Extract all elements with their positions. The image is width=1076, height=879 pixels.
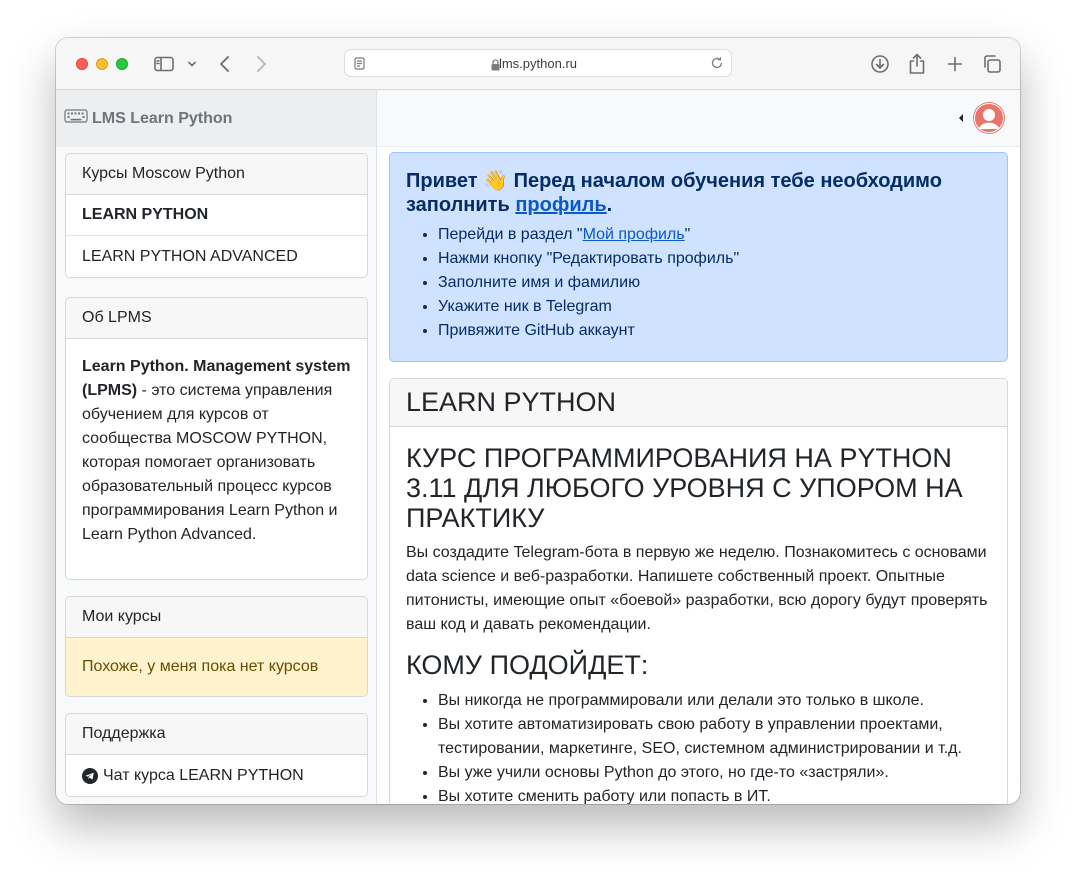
course-card-body: КУРС ПРОГРАММИРОВАНИЯ НА PYTHON 3.11 ДЛЯ… [390,427,1007,804]
profile-link[interactable]: профиль [515,194,606,216]
browser-window: lms.python.ru LMS Learn Python Курсы Mos… [56,38,1020,804]
audience-item: Вы уже учили основы Python до этого, но … [438,761,991,785]
minimize-window-button[interactable] [96,58,108,70]
new-tab-plus-icon[interactable] [944,52,966,76]
brand-name: LMS Learn Python [92,109,233,127]
course-link-learn-python-advanced[interactable]: LEARN PYTHON ADVANCED [66,236,367,277]
caret-left-icon[interactable] [959,114,963,122]
url-text: lms.python.ru [498,56,578,71]
course-description: Вы создадите Telegram-бота в первую же н… [406,544,988,633]
alert-step: Заполните имя и фамилию [438,271,991,295]
sidebar-toggle-icon[interactable] [153,52,175,76]
my-courses-card-header: Мои курсы [66,597,367,638]
profile-alert: Привет 👋 Перед началом обучения тебе нео… [389,152,1008,362]
tab-overview-icon[interactable] [981,52,1003,76]
alert-title: Привет 👋 Перед началом обучения тебе нео… [406,170,942,216]
forward-arrow-icon[interactable] [252,52,270,76]
brand-link[interactable]: LMS Learn Python [56,90,376,147]
sidebar: LMS Learn Python Курсы Moscow Python LEA… [56,90,377,804]
my-courses-card: Мои курсы Похоже, у меня пока нет курсов [65,596,368,697]
about-text: - это система управления обучением для к… [82,382,338,543]
course-card-header: LEARN PYTHON [390,379,1007,427]
audience-item: Вы хотите автоматизировать свою работу в… [438,713,991,761]
top-navbar [377,90,1020,147]
support-card-header: Поддержка [66,714,367,755]
web-page: LMS Learn Python Курсы Moscow Python LEA… [56,90,1020,804]
audience-list: Вы никогда не программировали или делали… [406,689,991,804]
courses-card: Курсы Moscow Python LEARN PYTHON LEARN P… [65,153,368,278]
alert-steps: Перейди в раздел "Мой профиль" Нажми кно… [406,223,991,343]
keyboard-icon [64,108,88,129]
course-link-learn-python[interactable]: LEARN PYTHON [66,195,367,236]
about-card: Об LPMS Learn Python. Management system … [65,297,368,580]
main-content: Привет 👋 Перед началом обучения тебе нео… [377,90,1020,804]
audience-title: КОМУ ПОДОЙДЕТ: [406,650,649,680]
audience-item: Вы никогда не программировали или делали… [438,689,991,713]
support-card: Поддержка Чат курса LEARN PYTHON [65,713,368,797]
zoom-window-button[interactable] [116,58,128,70]
alert-step: Перейди в раздел "Мой профиль" [438,223,991,247]
my-profile-link[interactable]: Мой профиль [583,226,685,243]
support-chat-link[interactable]: Чат курса LEARN PYTHON [66,755,367,796]
alert-step: Привяжите GitHub аккаунт [438,319,991,343]
back-arrow-icon[interactable] [216,52,234,76]
about-card-header: Об LPMS [66,298,367,339]
audience-item: Вы хотите сменить работу или попасть в И… [438,785,991,804]
about-card-body: Learn Python. Management system (LPMS) -… [66,339,367,563]
alert-step: Укажите ник в Telegram [438,295,991,319]
support-chat-label: Чат курса LEARN PYTHON [103,766,304,784]
course-title: КУРС ПРОГРАММИРОВАНИЯ НА PYTHON 3.11 ДЛЯ… [406,443,963,533]
telegram-icon [82,767,98,784]
close-window-button[interactable] [76,58,88,70]
downloads-icon[interactable] [869,52,891,76]
courses-card-header: Курсы Moscow Python [66,154,367,195]
share-icon[interactable] [906,52,928,76]
browser-toolbar: lms.python.ru [56,38,1020,90]
alert-step: Нажми кнопку "Редактировать профиль" [438,247,991,271]
user-avatar[interactable] [973,102,1005,134]
reload-icon[interactable] [710,56,724,75]
chevron-down-icon[interactable] [186,52,198,76]
course-card: LEARN PYTHON КУРС ПРОГРАММИРОВАНИЯ НА PY… [389,378,1008,804]
address-bar[interactable]: lms.python.ru [344,49,732,77]
no-courses-warning: Похоже, у меня пока нет курсов [66,638,367,696]
